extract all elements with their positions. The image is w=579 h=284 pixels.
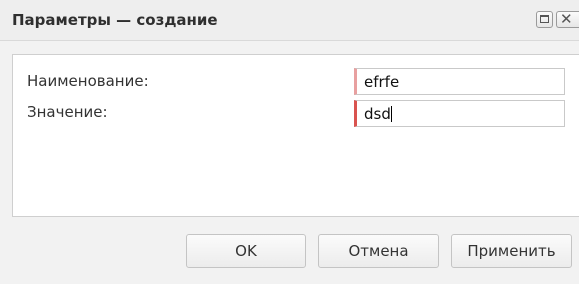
value-label: Значение: xyxy=(27,103,108,121)
close-button[interactable]: ✕ xyxy=(556,10,579,28)
form-panel: Наименование: efrfe Значение: dsd xyxy=(12,54,579,217)
name-field-value: efrfe xyxy=(364,73,400,91)
dialog-title: Параметры — создание xyxy=(12,11,218,29)
maximize-icon xyxy=(540,15,549,23)
apply-button[interactable]: Применить xyxy=(451,234,572,268)
value-field-value: dsd xyxy=(364,105,391,123)
cancel-button[interactable]: Отмена xyxy=(318,234,439,268)
text-cursor xyxy=(390,106,392,122)
dialog-titlebar[interactable]: Параметры — создание ✕ xyxy=(0,0,579,41)
close-icon: ✕ xyxy=(560,10,573,28)
value-field[interactable]: dsd xyxy=(354,100,565,127)
ok-button[interactable]: OK xyxy=(186,234,306,268)
maximize-button[interactable] xyxy=(536,11,553,28)
name-label: Наименование: xyxy=(27,72,149,90)
parameters-dialog: Параметры — создание ✕ Наименование: efr… xyxy=(0,0,579,284)
name-field[interactable]: efrfe xyxy=(354,68,565,95)
